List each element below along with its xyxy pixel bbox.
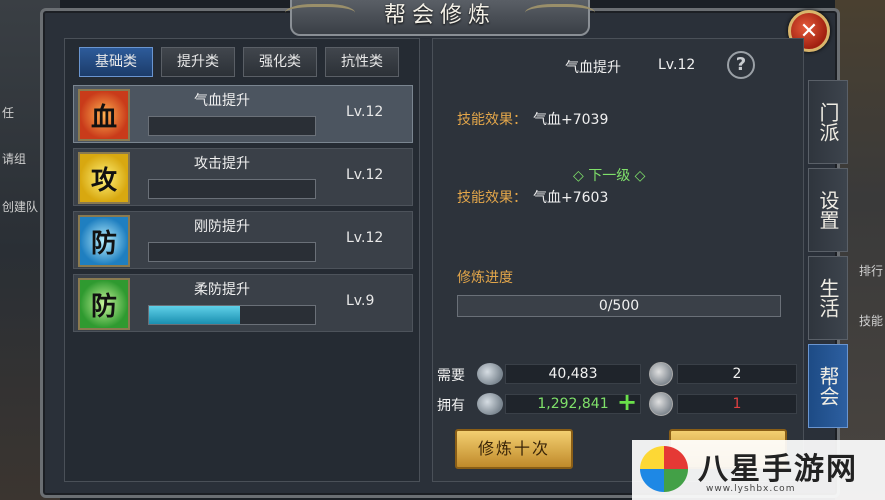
skill-progress-bar xyxy=(148,242,316,262)
background-text: 请组 xyxy=(2,152,27,166)
next-effect-value: 气血+7603 xyxy=(533,190,609,206)
side-tabs: 门派 设置 生活 帮会 xyxy=(808,80,848,432)
site-logo-icon xyxy=(640,446,688,492)
current-effect-value: 气血+7039 xyxy=(533,112,609,128)
training-progress-bar: 0/500 xyxy=(457,295,781,317)
blood-icon: 血 xyxy=(78,89,130,141)
skill-progress-bar xyxy=(148,116,316,136)
training-progress-label: 修炼进度 xyxy=(457,270,513,286)
background-text: 任 xyxy=(2,106,15,120)
watermark-text: 八星手游网 xyxy=(698,452,858,487)
need-silver-value: 40,483 xyxy=(505,364,641,384)
diamond-icon: ◇ xyxy=(573,168,589,184)
side-tab-guild[interactable]: 帮会 xyxy=(808,344,848,428)
skill-row-hp[interactable]: 血 气血提升 Lv.12 xyxy=(73,85,413,143)
title-ornament-right xyxy=(525,4,595,26)
background-text: 创建队 xyxy=(2,200,39,214)
have-item-value: 1 xyxy=(677,394,797,414)
tab-enhance[interactable]: 提升类 xyxy=(161,47,235,77)
next-level-text: 下一级 xyxy=(588,168,631,184)
skill-level: Lv.12 xyxy=(346,167,384,183)
skill-progress-fill xyxy=(149,306,241,324)
skill-detail-panel: 气血提升 Lv.12 ? 技能效果： 气血+7039 ◇ 下一级 ◇ 技能效果：… xyxy=(432,38,804,482)
skill-row-attack[interactable]: 攻 攻击提升 Lv.12 xyxy=(73,148,413,206)
side-tab-life[interactable]: 生活 xyxy=(808,256,848,340)
skill-list-panel: 基础类 提升类 强化类 抗性类 血 气血提升 Lv.12 攻 攻击提升 Lv.1… xyxy=(64,38,420,482)
side-tab-sect[interactable]: 门派 xyxy=(808,80,848,164)
defense-icon: 防 xyxy=(78,215,130,267)
watermark-url: www.lyshbx.com xyxy=(706,484,796,494)
training-item-icon xyxy=(649,362,673,386)
skill-name: 刚防提升 xyxy=(194,219,250,235)
need-item-value: 2 xyxy=(677,364,797,384)
skill-level: Lv.9 xyxy=(346,293,375,309)
next-effect-label: 技能效果： xyxy=(457,190,527,206)
skill-level: Lv.12 xyxy=(346,230,384,246)
tab-resistance[interactable]: 抗性类 xyxy=(325,47,399,77)
skill-row-soft-defense[interactable]: 防 柔防提升 Lv.9 xyxy=(73,274,413,332)
skill-row-hard-defense[interactable]: 防 刚防提升 Lv.12 xyxy=(73,211,413,269)
title-ornament-left xyxy=(285,4,355,26)
skill-progress-bar xyxy=(148,179,316,199)
skill-list: 血 气血提升 Lv.12 攻 攻击提升 Lv.12 防 刚防提升 Lv.12 防… xyxy=(73,85,413,337)
attack-icon: 攻 xyxy=(78,152,130,204)
soft-defense-icon: 防 xyxy=(78,278,130,330)
silver-coin-icon xyxy=(477,363,503,385)
silver-coin-icon xyxy=(477,393,503,415)
tab-strengthen[interactable]: 强化类 xyxy=(243,47,317,77)
question-icon: ? xyxy=(735,54,747,75)
category-tabs: 基础类 提升类 强化类 抗性类 xyxy=(79,47,399,77)
tab-basic[interactable]: 基础类 xyxy=(79,47,153,77)
skill-name: 攻击提升 xyxy=(194,156,250,172)
skill-level: Lv.12 xyxy=(346,104,384,120)
training-item-icon xyxy=(649,392,673,416)
next-level-label: ◇ 下一级 ◇ xyxy=(573,165,645,185)
diamond-icon: ◇ xyxy=(630,168,646,184)
add-silver-plus-icon[interactable]: + xyxy=(617,390,637,414)
background-text: 排行 xyxy=(858,264,883,278)
window-title: 帮会修炼 xyxy=(383,3,496,28)
have-label: 拥有 xyxy=(437,398,465,414)
background-text: 技能 xyxy=(858,314,883,328)
need-label: 需要 xyxy=(437,368,465,384)
skill-name: 气血提升 xyxy=(194,93,250,109)
side-tab-settings[interactable]: 设置 xyxy=(808,168,848,252)
detail-skill-name: 气血提升 xyxy=(565,60,621,76)
site-watermark: 八星手游网 www.lyshbx.com xyxy=(632,440,885,500)
help-button[interactable]: ? xyxy=(727,51,755,79)
train-ten-times-button[interactable]: 修炼十次 xyxy=(455,429,573,469)
detail-skill-level: Lv.12 xyxy=(658,57,696,73)
skill-name: 柔防提升 xyxy=(194,282,250,298)
current-effect-label: 技能效果： xyxy=(457,112,527,128)
skill-progress-bar xyxy=(148,305,316,325)
